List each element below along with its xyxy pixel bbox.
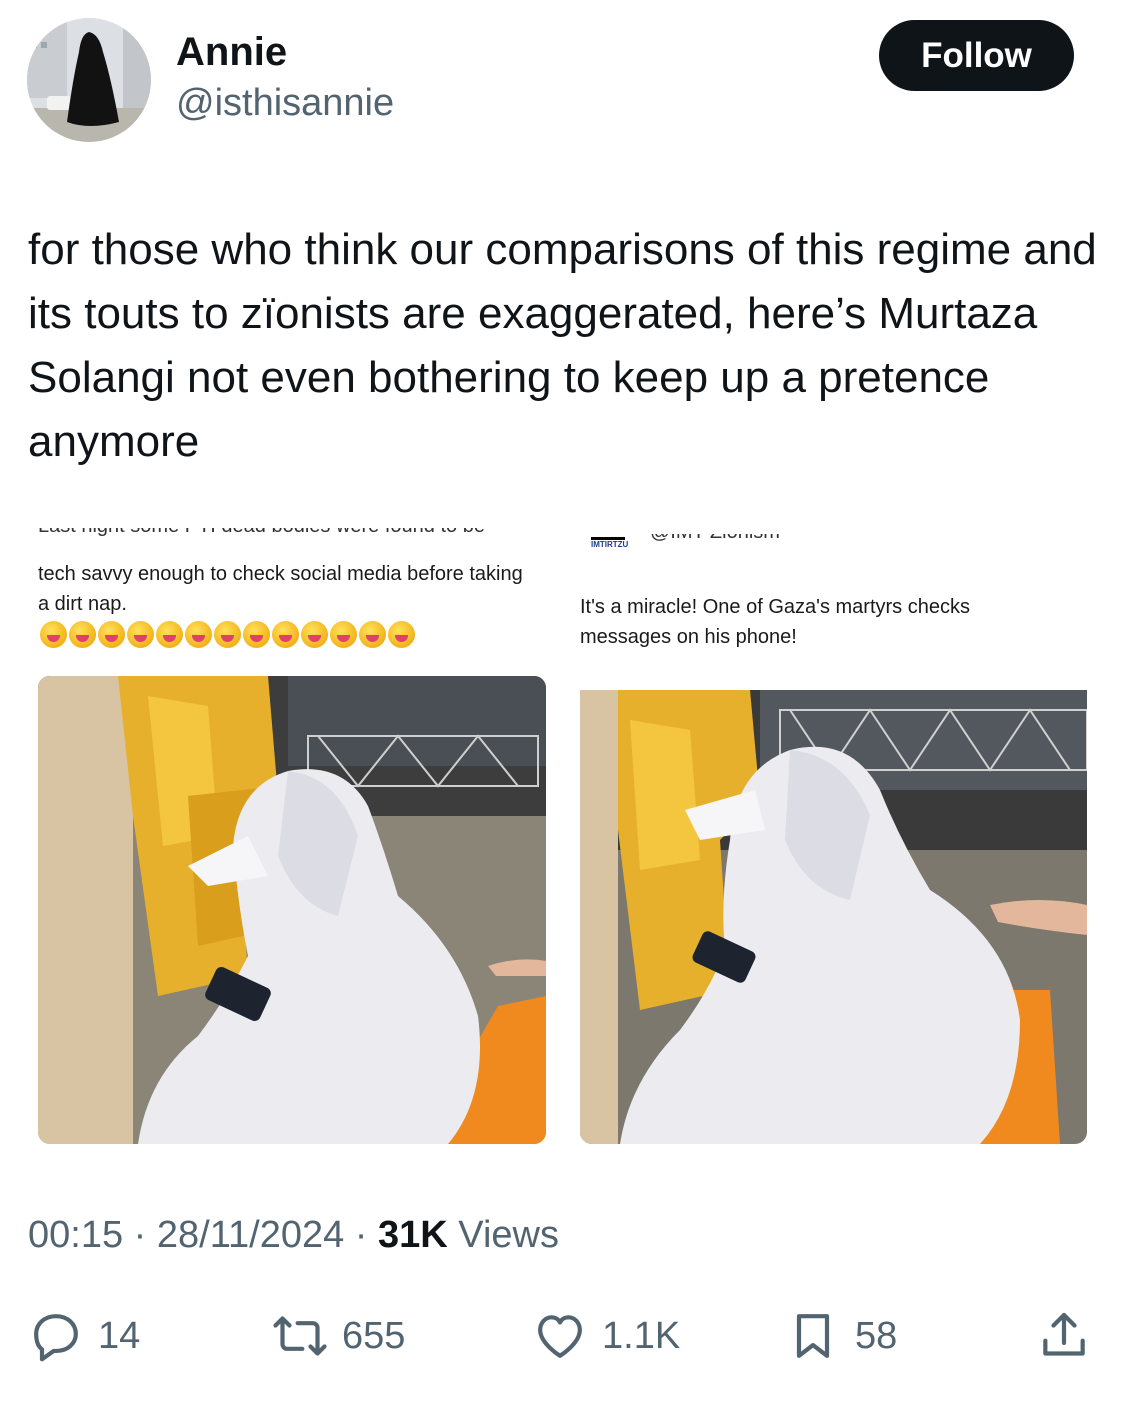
- reply-count: 14: [98, 1314, 141, 1357]
- tweet-time[interactable]: 00:15: [28, 1214, 123, 1256]
- zany-face-emoji-icon: [388, 621, 415, 648]
- left-caption: tech savvy enough to check social media …: [38, 563, 523, 615]
- meta-separator: ·: [344, 1214, 379, 1256]
- heart-icon: [538, 1315, 582, 1358]
- bookmark-icon: [796, 1314, 830, 1358]
- author-display-name[interactable]: Annie: [176, 30, 287, 75]
- tweet-text: for those who think our comparisons of t…: [28, 225, 1097, 466]
- reply-icon: [34, 1314, 78, 1362]
- share-button[interactable]: [1036, 1308, 1092, 1364]
- right-embedded-photo[interactable]: [580, 690, 1087, 1144]
- left-cropped-line: Last night some PTI dead bodies were fou…: [38, 528, 538, 542]
- share-icon: [1043, 1312, 1085, 1356]
- views-label: Views: [447, 1214, 559, 1256]
- zany-face-emoji-icon: [272, 621, 299, 648]
- author-handle[interactable]: @isthisannie: [176, 82, 394, 125]
- repost-button[interactable]: 655: [272, 1308, 405, 1364]
- tweet-date[interactable]: 28/11/2024: [157, 1214, 344, 1256]
- left-emoji-row: [40, 621, 415, 648]
- bookmark-button[interactable]: 58: [785, 1308, 897, 1364]
- zany-face-emoji-icon: [301, 621, 328, 648]
- imtirtzu-logo: IMTIRTZU: [591, 537, 628, 562]
- follow-button[interactable]: Follow: [879, 20, 1074, 91]
- left-embedded-photo[interactable]: [38, 676, 546, 1144]
- tweet-meta: 00:15 · 28/11/2024 · 31K Views: [28, 1214, 559, 1257]
- zany-face-emoji-icon: [98, 621, 125, 648]
- reply-button[interactable]: 14: [28, 1308, 140, 1364]
- repost-count: 655: [342, 1314, 406, 1357]
- zany-face-emoji-icon: [40, 621, 67, 648]
- zany-face-emoji-icon: [127, 621, 154, 648]
- zany-face-emoji-icon: [330, 621, 357, 648]
- like-count: 1.1K: [602, 1314, 681, 1357]
- meta-separator: ·: [123, 1214, 157, 1256]
- right-caption: It's a miracle! One of Gaza's martyrs ch…: [580, 596, 970, 648]
- zany-face-emoji-icon: [243, 621, 270, 648]
- zany-face-emoji-icon: [185, 621, 212, 648]
- avatar[interactable]: [27, 18, 151, 142]
- zany-face-emoji-icon: [156, 621, 183, 648]
- right-cropped-handle: @IMT Zionism: [650, 534, 800, 547]
- bookmark-count: 58: [855, 1314, 898, 1357]
- like-button[interactable]: 1.1K: [532, 1308, 680, 1364]
- views-count: 31K: [378, 1214, 448, 1256]
- zany-face-emoji-icon: [359, 621, 386, 648]
- zany-face-emoji-icon: [69, 621, 96, 648]
- repost-icon: [273, 1316, 327, 1356]
- zany-face-emoji-icon: [214, 621, 241, 648]
